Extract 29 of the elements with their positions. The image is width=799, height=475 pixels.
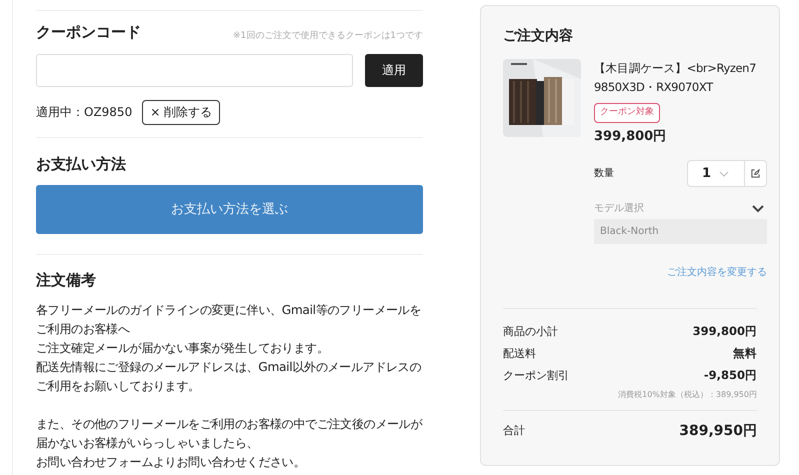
coupon-note: ※1回のご注文で使用できるクーポンは1つです [233,30,423,43]
product-name: 【木目調ケース】<br>Ryzen7 9850X3D・RX9070XT [594,60,757,96]
coupon-badge: クーポン対象 [594,103,660,122]
summary-value: 399,800円 [692,323,757,340]
notes-text: 各フリーメールのガイドラインの変更に伴い、Gmail等のフリーメールをご利用のお客様へ [36,302,422,338]
section-heading: 注文備考 [36,270,97,291]
apply-button[interactable]: 適用 [365,54,423,86]
product-price: 399,800円 [594,128,668,146]
input-field[interactable] [36,54,354,86]
quantity-label: 数量 [594,167,614,181]
total-value: 389,950円 [679,422,757,441]
chevron-icon[interactable] [752,204,764,212]
section-heading: クーポンコード [36,22,141,43]
summary-label: クーポン割引 [503,368,569,384]
tax-note: 消費税10%対象（税込）：389,950円 [617,389,757,401]
section-heading: ご注文内容 [503,26,574,46]
notes-text: また、その他のフリーメールをご利用のお客様の中でご注文後のメールが届かないお客様がいらっしゃいましたら、 [36,416,423,452]
summary-label: 商品の小計 [503,324,558,340]
summary-value: -9,850円 [704,367,757,384]
model-label: モデル選択 [594,202,644,216]
summary-value: 無料 [733,345,757,362]
notes-text: お問い合わせフォームよりお問い合わせください。 [36,454,306,470]
remove-button[interactable]: × 削除する [142,100,220,124]
total-label: 合計 [503,423,525,440]
section-heading: お支払い方法 [36,154,127,174]
summary-label: 配送料 [503,346,536,362]
notes-text: ご注文確定メールが届かない事案が発生しております。 [36,340,330,356]
applied-coupon: 適用中：OZ9850 [36,104,132,121]
notes-text: 配送先情報にご登録のメールアドレスは、Gmail以外のメールアドレスのご利用をお願いしております。 [36,358,422,394]
